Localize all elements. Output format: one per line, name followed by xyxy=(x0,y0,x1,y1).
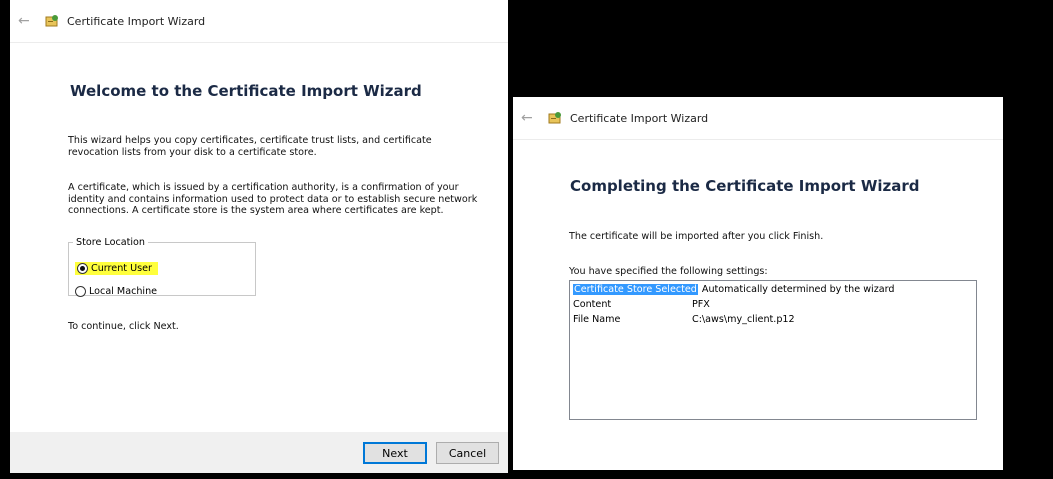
completing-wizard-window: ← Certificate Import Wizard Completing t… xyxy=(513,97,1003,470)
next-button[interactable]: Next xyxy=(363,442,427,464)
page-heading: Welcome to the Certificate Import Wizard xyxy=(70,82,422,100)
list-item[interactable]: Content PFX xyxy=(573,298,710,311)
page-heading: Completing the Certificate Import Wizard xyxy=(570,177,920,195)
intro-text: This wizard helps you copy certificates,… xyxy=(68,135,432,158)
info-text: The certificate will be imported after y… xyxy=(569,231,824,242)
back-arrow-icon[interactable]: ← xyxy=(521,110,535,126)
setting-value: C:\aws\my_client.p12 xyxy=(692,314,795,325)
window-title: Certificate Import Wizard xyxy=(570,111,709,125)
continue-text: To continue, click Next. xyxy=(68,321,179,332)
welcome-wizard-window: ← Certificate Import Wizard Welcome to t… xyxy=(10,0,508,473)
title-bar: ← Certificate Import Wizard xyxy=(10,0,508,43)
settings-list[interactable]: Certificate Store Selected Automatically… xyxy=(569,280,977,420)
footer-bar xyxy=(10,432,508,473)
setting-value: PFX xyxy=(692,299,710,310)
radio-label-current-user: Current User xyxy=(91,262,152,274)
cancel-button[interactable]: Cancel xyxy=(436,442,499,464)
settings-label: You have specified the following setting… xyxy=(569,266,768,277)
radio-checked-icon[interactable] xyxy=(77,262,88,274)
setting-key: Certificate Store Selected xyxy=(573,284,698,295)
certificate-icon xyxy=(548,112,561,124)
store-location-legend: Store Location xyxy=(76,237,145,248)
radio-label-local-machine: Local Machine xyxy=(89,285,158,297)
radio-local-machine[interactable]: Local Machine xyxy=(75,283,157,299)
back-arrow-icon[interactable]: ← xyxy=(18,13,32,29)
radio-current-user[interactable]: Current User xyxy=(75,260,158,276)
description-text: A certificate, which is issued by a cert… xyxy=(68,182,478,216)
setting-key: Content xyxy=(573,299,612,310)
radio-unchecked-icon[interactable] xyxy=(75,285,86,297)
certificate-icon xyxy=(45,15,58,27)
list-item[interactable]: File Name C:\aws\my_client.p12 xyxy=(573,313,795,326)
setting-key: File Name xyxy=(573,314,621,325)
title-bar: ← Certificate Import Wizard xyxy=(513,97,1003,140)
list-item[interactable]: Certificate Store Selected Automatically… xyxy=(573,283,895,296)
store-location-group: Store Location Current User Local Machin… xyxy=(68,237,256,299)
highlight: Current User xyxy=(75,261,158,275)
window-title: Certificate Import Wizard xyxy=(67,14,206,28)
setting-value: Automatically determined by the wizard xyxy=(701,284,895,295)
